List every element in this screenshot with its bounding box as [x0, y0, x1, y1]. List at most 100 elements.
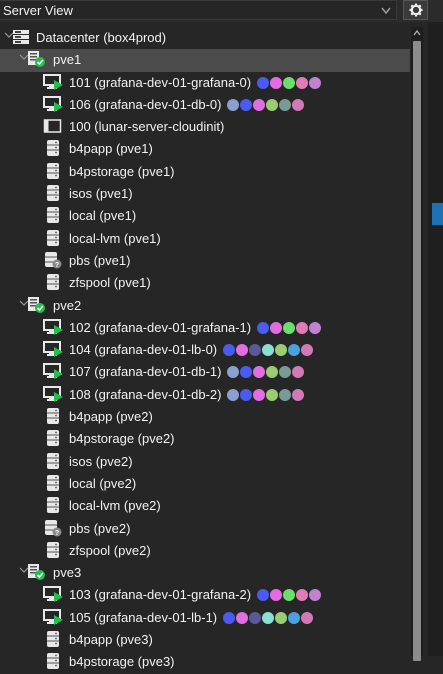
tree-node-103-grafana-dev-01-grafana-2[interactable]: 103 (grafana-dev-01-grafana-2)	[0, 584, 410, 606]
tree-node-b4pstorage-pve3[interactable]: b4pstorage (pve3)	[0, 651, 410, 673]
tree-node-label: 102 (grafana-dev-01-grafana-1)	[69, 319, 252, 335]
storage-icon	[43, 429, 63, 447]
tag-dot	[279, 98, 291, 111]
vm-running-icon	[43, 340, 63, 358]
tree-node-local-lvm-pve1[interactable]: local-lvm (pve1)	[0, 228, 410, 250]
tree-node-b4papp-pve3[interactable]: b4papp (pve3)	[0, 629, 410, 651]
tree-node-label: 107 (grafana-dev-01-db-1)	[69, 364, 222, 380]
svg-text:?: ?	[55, 262, 59, 269]
tag-dot	[301, 611, 313, 624]
tag-dot	[253, 98, 265, 111]
storage-unknown-icon: ?	[43, 251, 63, 269]
vm-running-icon	[43, 73, 63, 91]
toolbar: Server View	[0, 0, 443, 22]
vm-tags	[223, 611, 313, 624]
tag-dot	[292, 366, 304, 379]
tree-node-pve2[interactable]: pve2	[0, 295, 410, 317]
tag-dot	[275, 611, 287, 624]
tree-node-b4pstorage-pve2[interactable]: b4pstorage (pve2)	[0, 428, 410, 450]
storage-icon	[43, 139, 63, 157]
tree-node-label: pve1	[53, 52, 82, 68]
tag-dot	[279, 366, 291, 379]
storage-icon	[43, 407, 63, 425]
settings-button[interactable]	[403, 0, 428, 20]
server-view-select[interactable]: Server View	[0, 0, 397, 20]
tag-dot	[283, 589, 295, 602]
tree-scrollbar[interactable]	[411, 27, 423, 661]
tree-node-local-lvm-pve2[interactable]: local-lvm (pve2)	[0, 495, 410, 517]
storage-icon	[43, 273, 63, 291]
tag-dot	[266, 98, 278, 111]
tree-node-local-pve1[interactable]: local (pve1)	[0, 205, 410, 227]
tree-node-label: 103 (grafana-dev-01-grafana-2)	[69, 587, 252, 603]
tree-node-100-lunar-server-cloudinit[interactable]: 100 (lunar-server-cloudinit)	[0, 116, 410, 138]
tag-dot	[253, 388, 265, 401]
tree-node-datacenter-box4prod[interactable]: Datacenter (box4prod)	[0, 27, 410, 49]
tree-node-pve1[interactable]: pve1	[0, 49, 410, 72]
tree-node-b4papp-pve2[interactable]: b4papp (pve2)	[0, 406, 410, 428]
tree-node-pbs-pve1[interactable]: ? pbs (pve1)	[0, 250, 410, 272]
tag-dot	[292, 98, 304, 111]
tag-dot	[249, 611, 261, 624]
tree-node-106-grafana-dev-01-db-0[interactable]: 106 (grafana-dev-01-db-0)	[0, 94, 410, 116]
tree-node-101-grafana-dev-01-grafana-0[interactable]: 101 (grafana-dev-01-grafana-0)	[0, 72, 410, 94]
tree-node-label: b4pstorage (pve2)	[69, 431, 175, 447]
tree-node-isos-pve1[interactable]: isos (pve1)	[0, 183, 410, 205]
tree-node-zfspool-pve2[interactable]: zfspool (pve2)	[0, 540, 410, 562]
template-icon	[43, 117, 63, 135]
tag-dot	[253, 366, 265, 379]
storage-icon	[43, 206, 63, 224]
scroll-up-icon[interactable]	[411, 27, 423, 39]
tag-dot	[223, 611, 235, 624]
vm-running-icon	[43, 385, 63, 403]
tree-node-pbs-pve2[interactable]: ? pbs (pve2)	[0, 518, 410, 540]
vm-running-icon	[43, 608, 63, 626]
side-panel-accent	[432, 203, 443, 225]
storage-icon	[43, 474, 63, 492]
datacenter-icon	[11, 28, 31, 46]
storage-icon	[43, 229, 63, 247]
tree-node-label: local (pve1)	[69, 208, 137, 224]
svg-text:?: ?	[55, 530, 59, 537]
tree-node-108-grafana-dev-01-db-2[interactable]: 108 (grafana-dev-01-db-2)	[0, 384, 410, 406]
tree-node-b4pstorage-pve1[interactable]: b4pstorage (pve1)	[0, 161, 410, 183]
tree-node-107-grafana-dev-01-db-1[interactable]: 107 (grafana-dev-01-db-1)	[0, 361, 410, 383]
node-online-icon	[26, 50, 46, 68]
tag-dot	[257, 589, 269, 602]
tree-node-label: Datacenter (box4prod)	[36, 30, 167, 45]
vm-running-icon	[43, 95, 63, 113]
tree-node-label: b4papp (pve1)	[69, 141, 153, 157]
tag-dot	[296, 589, 308, 602]
tree-node-local-pve2[interactable]: local (pve2)	[0, 473, 410, 495]
tag-dot	[240, 98, 252, 111]
tag-dot	[240, 366, 252, 379]
tree-node-label: 106 (grafana-dev-01-db-0)	[69, 96, 222, 112]
tag-dot	[301, 344, 313, 357]
tree-node-zfspool-pve1[interactable]: zfspool (pve1)	[0, 272, 410, 294]
tag-dot	[266, 388, 278, 401]
tree-node-105-grafana-dev-01-lb-1[interactable]: 105 (grafana-dev-01-lb-1)	[0, 607, 410, 629]
tag-dot	[309, 76, 321, 89]
tag-dot	[266, 366, 278, 379]
tag-dot	[296, 76, 308, 89]
tree-node-label: zfspool (pve1)	[69, 275, 151, 291]
tag-dot	[270, 76, 282, 89]
tag-dot	[249, 344, 261, 357]
storage-icon	[43, 162, 63, 180]
tree-node-b4papp-pve1[interactable]: b4papp (pve1)	[0, 138, 410, 160]
chevron-down-icon	[381, 7, 391, 15]
tree-node-102-grafana-dev-01-grafana-1[interactable]: 102 (grafana-dev-01-grafana-1)	[0, 317, 410, 339]
tree-node-label: 108 (grafana-dev-01-db-2)	[69, 386, 222, 402]
tree-node-isos-pve2[interactable]: isos (pve2)	[0, 451, 410, 473]
storage-icon	[43, 630, 63, 648]
scrollbar-thumb[interactable]	[413, 41, 421, 661]
tree-node-pve3[interactable]: pve3	[0, 562, 410, 584]
tree-node-label: zfspool (pve2)	[69, 542, 151, 558]
tag-dot	[227, 388, 239, 401]
vm-running-icon	[43, 362, 63, 380]
tree-node-label: local (pve2)	[69, 475, 137, 491]
side-panel-edge	[428, 22, 443, 656]
tree-node-label: b4papp (pve2)	[69, 409, 153, 425]
tree-node-104-grafana-dev-01-lb-0[interactable]: 104 (grafana-dev-01-lb-0)	[0, 339, 410, 361]
tag-dot	[309, 589, 321, 602]
